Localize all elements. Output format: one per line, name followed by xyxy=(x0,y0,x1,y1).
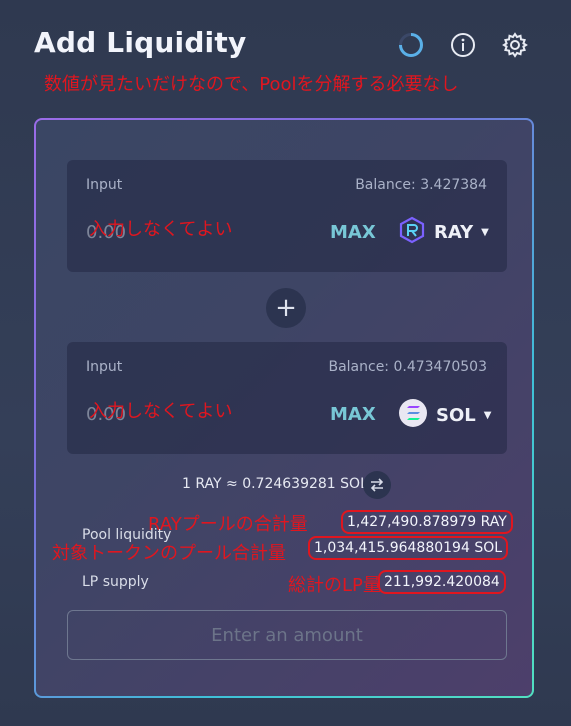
annotation-no-input: 入力しなくてよい xyxy=(89,401,233,422)
input-label: Input xyxy=(86,177,123,193)
swap-arrows-icon xyxy=(370,478,384,492)
chevron-down-icon: ▼ xyxy=(483,409,492,421)
lp-supply-label: LP supply xyxy=(82,574,149,590)
solana-logo-icon xyxy=(398,398,428,432)
max-button[interactable]: MAX xyxy=(330,404,376,425)
annotation-target-pool: 対象トークンのプール合計量 xyxy=(52,543,286,564)
enter-amount-button[interactable]: Enter an amount xyxy=(67,610,507,660)
page-title: Add Liquidity xyxy=(34,26,247,59)
plus-button[interactable]: + xyxy=(266,288,306,328)
exchange-rate: 1 RAY ≈ 0.724639281 SOL xyxy=(182,476,368,492)
annotation-ray-pool: RAYプールの合計量 xyxy=(148,514,308,535)
token-symbol: RAY xyxy=(434,221,474,243)
info-icon[interactable] xyxy=(448,30,478,60)
raydium-logo-icon xyxy=(398,216,426,248)
balance-text: Balance: 0.473470503 xyxy=(328,359,487,375)
swap-direction-button[interactable] xyxy=(363,471,391,499)
pool-sol-value: 1,034,415.964880194 SOL xyxy=(308,536,509,560)
pool-ray-value: 1,427,490.878979 RAY xyxy=(341,510,513,534)
settings-gear-icon[interactable] xyxy=(500,30,530,60)
lp-supply-value: 211,992.420084 xyxy=(378,570,506,594)
balance-text: Balance: 3.427384 xyxy=(355,177,487,193)
token-symbol: SOL xyxy=(436,404,476,426)
token-selector-sol[interactable]: SOL ▼ xyxy=(398,398,491,432)
token-selector-ray[interactable]: RAY ▼ xyxy=(398,216,489,248)
chevron-down-icon: ▼ xyxy=(481,226,489,238)
refresh-spinner-icon[interactable] xyxy=(396,30,426,60)
max-button[interactable]: MAX xyxy=(330,222,376,243)
annotation-top: 数値が見たいだけなので、Poolを分解する必要なし xyxy=(44,74,459,95)
input-panel-ray: Input Balance: 3.427384 0.00 入力しなくてよい MA… xyxy=(67,160,507,272)
header-toolbar xyxy=(396,30,530,60)
liquidity-card: Input Balance: 3.427384 0.00 入力しなくてよい MA… xyxy=(34,118,534,698)
input-label: Input xyxy=(86,359,123,375)
annotation-lp-total: 総計のLP量 xyxy=(288,575,381,596)
input-panel-sol: Input Balance: 0.473470503 0.00 入力しなくてよい… xyxy=(67,342,507,454)
annotation-no-input: 入力しなくてよい xyxy=(89,219,233,240)
